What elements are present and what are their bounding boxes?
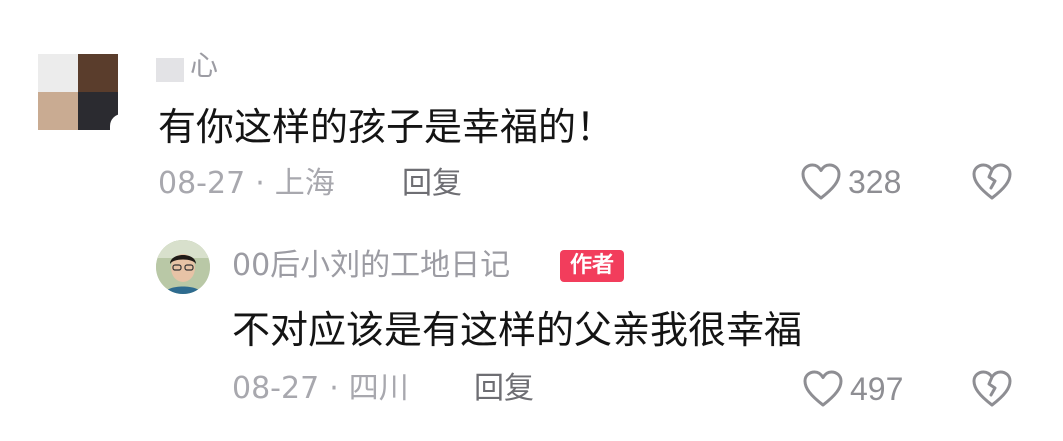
broken-heart-icon xyxy=(972,370,1012,407)
author-avatar[interactable] xyxy=(156,240,210,294)
author-badge: 作者 xyxy=(560,250,625,282)
author-username[interactable]: 00后小刘的工地日记 xyxy=(232,246,510,286)
like-button[interactable]: 328 xyxy=(800,160,901,204)
like-count: 328 xyxy=(848,164,902,200)
avatar-notch xyxy=(110,114,128,130)
comment-meta: 08-27 · 上海 xyxy=(158,164,335,204)
heart-outline-icon xyxy=(803,370,843,407)
username-redaction xyxy=(156,58,184,82)
comment-username[interactable]: 心 xyxy=(190,48,218,84)
avatar-tile xyxy=(38,92,78,130)
meta-separator: · xyxy=(329,371,339,406)
comment-text: 有你这样的孩子是幸福的！ xyxy=(158,105,615,149)
like-count: 497 xyxy=(850,371,904,407)
comment-location: 上海 xyxy=(274,166,335,201)
comment-date: 08-27 xyxy=(158,166,246,201)
avatar-tile xyxy=(78,54,118,92)
avatar-tile xyxy=(38,54,78,92)
reply-date: 08-27 xyxy=(232,371,320,406)
like-button[interactable]: 497 xyxy=(802,367,903,411)
dislike-button[interactable] xyxy=(970,367,1014,415)
user-avatar[interactable] xyxy=(38,54,128,130)
reply-text: 不对应该是有这样的父亲我很幸福 xyxy=(232,308,803,352)
meta-separator: · xyxy=(255,166,265,201)
reply-button[interactable]: 回复 xyxy=(474,369,534,409)
heart-outline-icon xyxy=(801,163,841,200)
dislike-button[interactable] xyxy=(970,160,1014,208)
reply-location: 四川 xyxy=(348,371,409,406)
reply-button[interactable]: 回复 xyxy=(402,164,462,204)
reply-meta: 08-27 · 四川 xyxy=(232,369,409,409)
broken-heart-icon xyxy=(972,163,1012,200)
avatar-portrait xyxy=(156,240,210,294)
